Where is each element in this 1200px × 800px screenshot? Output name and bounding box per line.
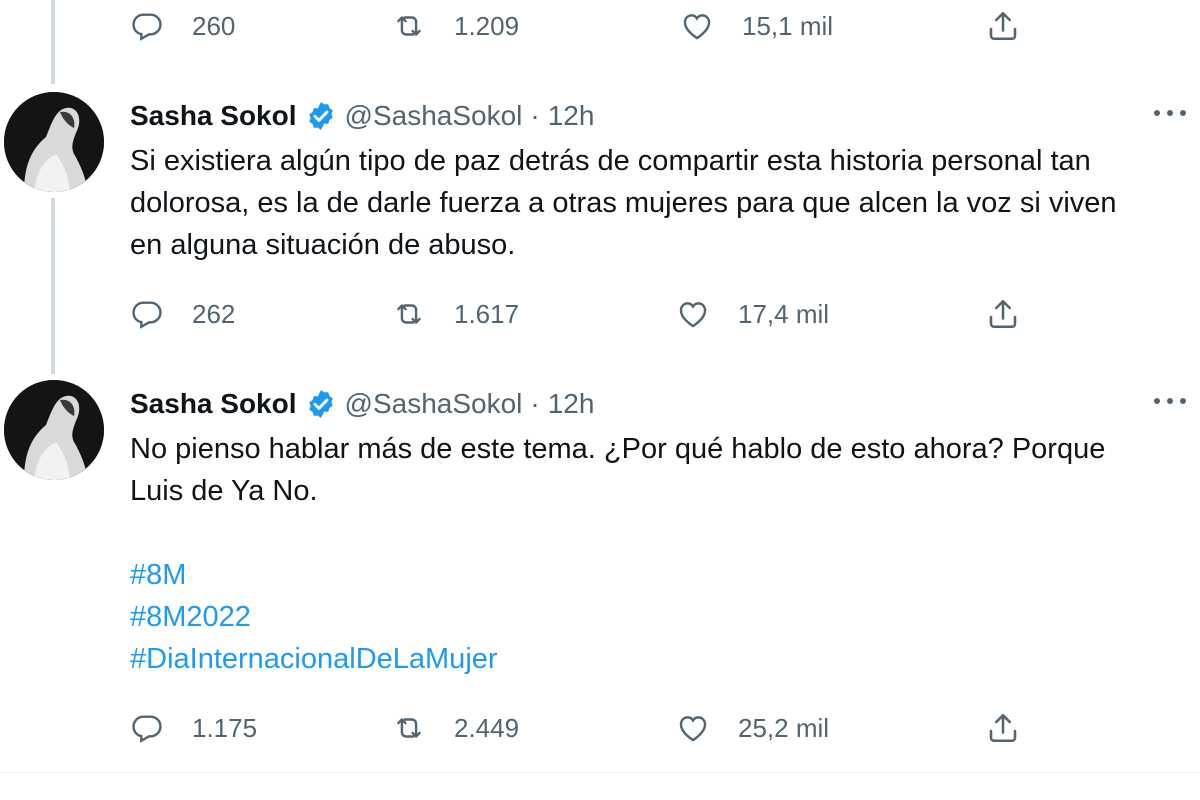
tweet-header: Sasha Sokol @SashaSokol · 12h bbox=[130, 96, 594, 136]
share-button[interactable] bbox=[983, 708, 1023, 748]
like-button[interactable]: 25,2 mil bbox=[676, 708, 829, 748]
tweet-header: Sasha Sokol @SashaSokol · 12h bbox=[130, 384, 594, 424]
reply-button[interactable]: 262 bbox=[130, 294, 235, 334]
reply-icon bbox=[132, 715, 162, 743]
avatar-image bbox=[4, 380, 104, 480]
tweet-actions: 1.175 2.449 25,2 mil bbox=[130, 708, 1030, 748]
like-count: 15,1 mil bbox=[742, 10, 834, 41]
share-button[interactable] bbox=[983, 294, 1023, 334]
retweet-button[interactable]: 1.209 bbox=[392, 6, 519, 46]
author-name[interactable]: Sasha Sokol bbox=[130, 388, 297, 420]
retweet-count: 2.449 bbox=[454, 712, 520, 743]
reply-icon bbox=[132, 301, 162, 329]
retweet-icon bbox=[397, 16, 421, 36]
verified-badge-icon bbox=[308, 102, 333, 130]
more-options-icon[interactable] bbox=[1150, 98, 1190, 128]
tweet-text-line: Luis de Ya No. bbox=[130, 475, 318, 507]
like-button[interactable]: 15,1 mil bbox=[680, 6, 833, 46]
hashtag-link[interactable]: #8M bbox=[130, 554, 1190, 596]
tweet-text-line: No pienso hablar más de este tema. ¿Por … bbox=[130, 433, 1106, 465]
share-icon bbox=[989, 11, 1017, 41]
retweet-icon bbox=[397, 304, 421, 324]
share-icon bbox=[989, 713, 1017, 743]
hashtag-link[interactable]: #8M2022 bbox=[130, 596, 1190, 638]
more-options-icon[interactable] bbox=[1150, 386, 1190, 416]
like-count: 17,4 mil bbox=[738, 298, 830, 329]
retweet-icon bbox=[397, 718, 421, 738]
separator: · bbox=[530, 388, 540, 419]
retweet-button[interactable]: 2.449 bbox=[392, 708, 519, 748]
reply-count: 260 bbox=[192, 10, 236, 41]
like-count: 25,2 mil bbox=[738, 712, 830, 743]
timestamp[interactable]: 12h bbox=[548, 388, 595, 420]
retweet-button[interactable]: 1.617 bbox=[392, 294, 519, 334]
timestamp[interactable]: 12h bbox=[548, 100, 595, 132]
tweet-text: No pienso hablar más de este tema. ¿Por … bbox=[130, 428, 1190, 680]
heart-icon bbox=[683, 14, 711, 40]
verified-badge-icon bbox=[308, 390, 333, 418]
author-name[interactable]: Sasha Sokol bbox=[130, 100, 297, 132]
tweet-actions: 260 1.209 15,1 mil bbox=[130, 6, 1030, 46]
reply-count: 1.175 bbox=[192, 712, 258, 743]
tweet-text-line: en alguna situación de abuso. bbox=[130, 229, 516, 261]
like-button[interactable]: 17,4 mil bbox=[676, 294, 829, 334]
tweet-text-line: dolorosa, es la de darle fuerza a otras … bbox=[130, 187, 1117, 219]
heart-icon bbox=[679, 302, 707, 328]
avatar[interactable] bbox=[4, 380, 104, 480]
retweet-count: 1.209 bbox=[454, 10, 520, 41]
share-button[interactable] bbox=[983, 6, 1023, 46]
author-handle[interactable]: @SashaSokol bbox=[345, 100, 523, 132]
avatar-image bbox=[4, 92, 104, 192]
tweet-text: Si existiera algún tipo de paz detrás de… bbox=[130, 140, 1190, 266]
separator: · bbox=[530, 100, 540, 131]
reply-button[interactable]: 1.175 bbox=[130, 708, 257, 748]
reply-icon bbox=[132, 13, 162, 41]
reply-button[interactable]: 260 bbox=[130, 6, 235, 46]
thread-line bbox=[51, 0, 55, 84]
heart-icon bbox=[679, 716, 707, 742]
tweet-actions: 262 1.617 17,4 mil bbox=[130, 294, 1030, 334]
retweet-count: 1.617 bbox=[454, 298, 520, 329]
avatar[interactable] bbox=[4, 92, 104, 192]
divider bbox=[0, 772, 1200, 773]
reply-count: 262 bbox=[192, 298, 236, 329]
hashtag-link[interactable]: #DiaInternacionalDeLaMujer bbox=[130, 638, 1190, 680]
author-handle[interactable]: @SashaSokol bbox=[345, 388, 523, 420]
tweet-text-line: Si existiera algún tipo de paz detrás de… bbox=[130, 145, 1091, 177]
share-icon bbox=[989, 299, 1017, 329]
